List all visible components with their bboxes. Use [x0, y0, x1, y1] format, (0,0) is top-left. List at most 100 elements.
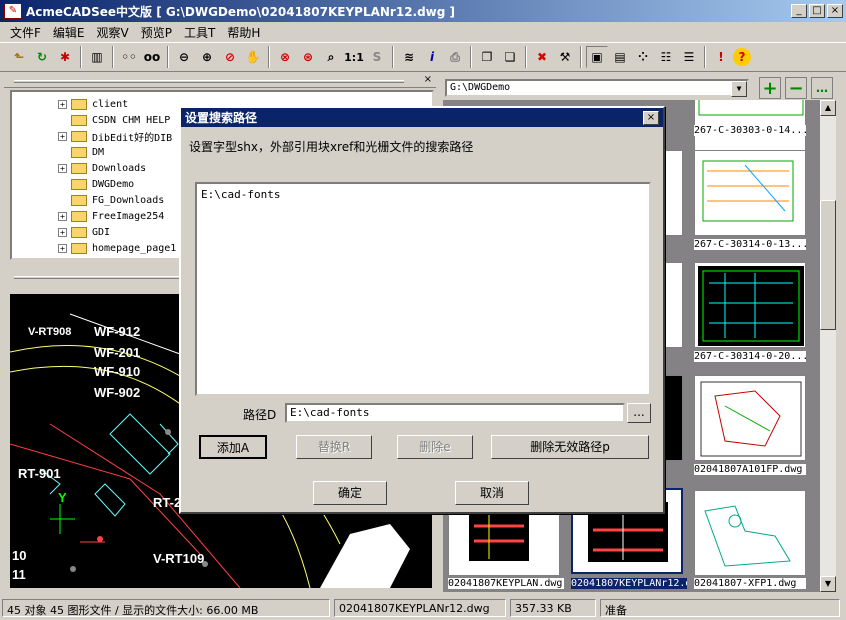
thumbnail[interactable]	[694, 490, 806, 576]
thumbnail-title[interactable]: 267-C-30314-0-20...	[694, 351, 806, 362]
refresh-icon[interactable]: ↻	[31, 46, 53, 68]
view-double-icon[interactable]: oo	[141, 46, 163, 68]
thumbnail[interactable]	[694, 150, 806, 236]
drawing-preview-icon	[698, 266, 804, 346]
pan-hand-icon[interactable]: ✋	[242, 46, 264, 68]
details-view-icon[interactable]: ☰	[678, 46, 700, 68]
large-icons-view-icon[interactable]: ▤	[609, 46, 631, 68]
thumbnail-scrollbar[interactable]: ▲ ▼	[820, 100, 836, 592]
paste-icon[interactable]: ❏	[499, 46, 521, 68]
status-count: 45 对象 45 图形文件 / 显示的文件大小: 66.00 MB	[2, 599, 330, 617]
zoom-out-icon[interactable]: ⊖	[173, 46, 195, 68]
scroll-up-icon[interactable]: ▲	[820, 100, 836, 116]
folder-icon	[71, 146, 87, 158]
actual-size-icon[interactable]: 1:1	[343, 46, 365, 68]
layout-icon[interactable]: ▥	[86, 46, 108, 68]
view-single-icon[interactable]: ◦◦	[118, 46, 140, 68]
thumbnail[interactable]	[694, 375, 806, 461]
drawing-preview-icon	[704, 505, 791, 567]
path-list[interactable]: E:\cad-fonts	[195, 182, 651, 396]
exclamation-icon[interactable]: !	[710, 46, 732, 68]
toolbar-separator	[704, 46, 706, 68]
browse-button[interactable]: ...	[627, 403, 651, 423]
replace-button[interactable]: 替换R	[296, 435, 372, 459]
toolbar-separator	[525, 46, 527, 68]
expand-icon[interactable]: +	[58, 163, 67, 173]
thumbnail-title[interactable]: 02041807KEYPLAN.dwg	[448, 578, 564, 589]
print-icon[interactable]: ⎙	[444, 46, 466, 68]
expand-icon[interactable]: +	[58, 211, 67, 221]
cad-label: WF-910	[94, 364, 141, 379]
delete-button[interactable]: 删除e	[397, 435, 473, 459]
expand-icon[interactable]: +	[58, 243, 67, 253]
copy-icon[interactable]: ❐	[476, 46, 498, 68]
thumbnail[interactable]	[694, 262, 806, 348]
close-pane-icon[interactable]: ×	[424, 74, 432, 85]
help-icon[interactable]: ?	[733, 48, 751, 66]
minimize-button[interactable]: _	[791, 4, 807, 18]
cancel-button[interactable]: 取消	[455, 481, 529, 505]
list-view-icon[interactable]: ☷	[655, 46, 677, 68]
maximize-button[interactable]: □	[809, 4, 825, 18]
cad-axis-label: Y	[58, 490, 67, 505]
expand-icon[interactable]: +	[58, 131, 67, 141]
cad-label: V-RT109	[153, 551, 205, 566]
folder-icon	[71, 194, 87, 206]
more-icon[interactable]: …	[811, 77, 833, 99]
thumbnail-title[interactable]: 267-C-30314-0-13...	[694, 239, 806, 250]
chevron-down-icon[interactable]: ▼	[731, 81, 747, 97]
delete-invalid-paths-button[interactable]: 删除无效路径p	[491, 435, 649, 459]
thumbnail-title-selected[interactable]: 02041807KEYPLANr12.dwg	[571, 578, 687, 589]
thumbnail-title[interactable]: 267-C-30303-0-14...	[694, 125, 806, 136]
add-icon[interactable]: +	[759, 77, 781, 99]
scroll-thumb[interactable]	[820, 200, 836, 330]
remove-icon[interactable]: −	[785, 77, 807, 99]
ok-button[interactable]: 确定	[313, 481, 387, 505]
tools-icon[interactable]: ⚒	[554, 46, 576, 68]
small-icons-view-icon[interactable]: ⁘	[632, 46, 654, 68]
delete-icon[interactable]: ✖	[531, 46, 553, 68]
folder-icon	[71, 226, 87, 238]
layers-icon[interactable]: ≋	[398, 46, 420, 68]
cad-label: 11	[12, 567, 26, 582]
cad-label: V-RT908	[28, 326, 72, 338]
menu-preview[interactable]: 预览P	[135, 24, 178, 41]
cad-label: WF-201	[94, 345, 141, 360]
dialog-close-button[interactable]: ×	[643, 111, 659, 125]
zoom-realtime-icon[interactable]: ⊗	[274, 46, 296, 68]
menu-tools[interactable]: 工具T	[178, 24, 221, 41]
path-list-item[interactable]: E:\cad-fonts	[201, 188, 645, 201]
add-button[interactable]: 添加A	[199, 435, 267, 459]
drawing-preview-icon	[700, 381, 802, 457]
path-combo[interactable]: G:\DWGDemo ▼	[445, 79, 749, 97]
scale-icon[interactable]: S	[366, 46, 388, 68]
zoom-extents-icon[interactable]: ⊛	[297, 46, 319, 68]
pane-grip[interactable]	[14, 80, 404, 83]
info-icon[interactable]: i	[421, 46, 443, 68]
cad-label: 10	[12, 548, 27, 563]
zoom-in-icon[interactable]: ⊕	[196, 46, 218, 68]
tree-pane-header: ×	[4, 74, 436, 88]
menu-view[interactable]: 观察V	[91, 24, 135, 41]
folder-icon	[71, 178, 87, 190]
cad-label: RT-2	[153, 495, 182, 510]
status-file: 02041807KEYPLANr12.dwg	[334, 599, 506, 617]
up-folder-icon[interactable]: ⬑	[8, 46, 30, 68]
path-input[interactable]: E:\cad-fonts	[285, 403, 625, 423]
zoom-window-icon[interactable]: ⊘	[219, 46, 241, 68]
scroll-down-icon[interactable]: ▼	[820, 576, 836, 592]
zoom-previous-icon[interactable]: ⌕	[320, 46, 342, 68]
cad-node	[97, 536, 103, 542]
toolbar-separator	[580, 46, 582, 68]
menu-file[interactable]: 文件F	[4, 24, 47, 41]
app-logo-icon: ✎	[4, 3, 22, 19]
run-icon[interactable]: ✱	[54, 46, 76, 68]
thumbnail-title[interactable]: 02041807-XFP1.dwg	[694, 578, 806, 589]
expand-icon[interactable]: +	[58, 227, 67, 237]
menu-edit[interactable]: 编辑E	[47, 24, 91, 41]
thumbnails-view-icon[interactable]: ▣	[586, 46, 608, 68]
close-button[interactable]: ×	[827, 4, 843, 18]
thumbnail-title[interactable]: 02041807A101FP.dwg	[694, 464, 806, 475]
expand-icon[interactable]: +	[58, 99, 67, 109]
menu-help[interactable]: 帮助H	[221, 24, 266, 41]
